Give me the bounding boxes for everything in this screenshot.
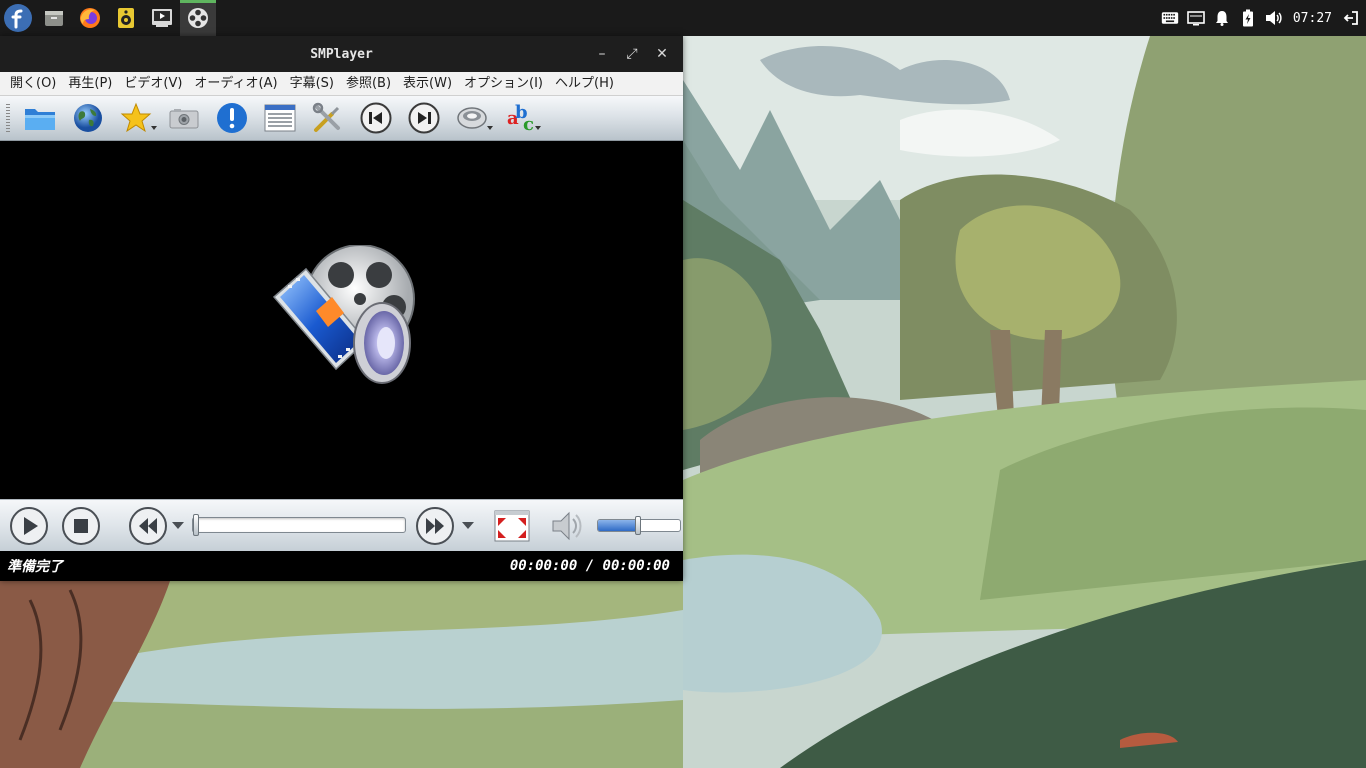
favorites-button[interactable] bbox=[112, 98, 160, 138]
info-icon bbox=[217, 103, 247, 133]
volume-level-fill bbox=[598, 520, 639, 531]
screenshot-camera-icon bbox=[169, 109, 199, 129]
status-bar: 準備完了 00:00:00 / 00:00:00 bbox=[0, 551, 683, 581]
speaker-volume-icon bbox=[1265, 11, 1282, 25]
menu-bar: 開く(O) 再生(P) ビデオ(V) オーディオ(A) 字幕(S) 参照(B) … bbox=[0, 72, 683, 96]
svg-text:c: c bbox=[523, 114, 534, 134]
logout-icon bbox=[1343, 11, 1358, 25]
clock[interactable]: 07:27 bbox=[1293, 11, 1332, 26]
menu-subtitles[interactable]: 字幕(S) bbox=[284, 72, 340, 96]
system-tray: 07:27 bbox=[1161, 0, 1366, 36]
video-area[interactable] bbox=[0, 141, 683, 499]
forward-dropdown-arrow-icon bbox=[462, 522, 474, 529]
tray-logout[interactable] bbox=[1342, 9, 1360, 27]
keyboard-icon bbox=[1161, 12, 1179, 24]
rewind-button[interactable] bbox=[110, 504, 168, 548]
taskbar-video-app[interactable] bbox=[144, 0, 180, 36]
favorites-star-icon bbox=[120, 102, 152, 133]
forward-options-dropdown[interactable] bbox=[458, 504, 478, 548]
preferences-tools-icon bbox=[312, 102, 340, 132]
menu-play[interactable]: 再生(P) bbox=[62, 72, 118, 96]
smplayer-logo-icon bbox=[272, 245, 415, 384]
fast-forward-icon bbox=[416, 506, 454, 545]
playback-control-bar bbox=[0, 499, 683, 551]
playlist-button[interactable] bbox=[256, 98, 304, 138]
fullscreen-button[interactable] bbox=[492, 504, 532, 548]
previous-button[interactable] bbox=[352, 98, 400, 138]
mute-button[interactable] bbox=[545, 504, 587, 548]
playback-time: 00:00:00 / 00:00:00 bbox=[509, 558, 670, 574]
taskbar-audio-player[interactable] bbox=[108, 0, 144, 36]
playlist-icon bbox=[264, 104, 296, 132]
menu-help[interactable]: ヘルプ(H) bbox=[549, 72, 620, 96]
favorites-dropdown-arrow bbox=[151, 126, 157, 130]
taskbar-smplayer[interactable] bbox=[180, 0, 216, 36]
menu-open[interactable]: 開く(O) bbox=[4, 72, 62, 96]
preferences-button[interactable] bbox=[304, 98, 352, 138]
fedora-menu-button[interactable] bbox=[0, 0, 36, 36]
toolbar-grip[interactable] bbox=[6, 104, 10, 132]
volume-slider-handle[interactable] bbox=[635, 516, 641, 535]
seek-slider[interactable] bbox=[192, 514, 406, 536]
main-toolbar: a b c bbox=[0, 96, 683, 141]
subtitle-track-button[interactable]: a b c bbox=[496, 98, 544, 138]
play-button[interactable] bbox=[6, 504, 52, 548]
speaker-icon bbox=[552, 511, 582, 540]
menu-browse[interactable]: 参照(B) bbox=[340, 72, 397, 96]
menu-video[interactable]: ビデオ(V) bbox=[118, 72, 188, 96]
smplayer-window: SMPlayer – ⤢ ✕ 開く(O) 再生(P) ビデオ(V) オーディオ(… bbox=[0, 36, 683, 581]
screenshot-button[interactable] bbox=[160, 98, 208, 138]
open-folder-icon bbox=[25, 109, 55, 130]
firefox-icon bbox=[80, 8, 100, 28]
open-url-button[interactable] bbox=[64, 98, 112, 138]
status-message: 準備完了 bbox=[7, 559, 63, 575]
audio-track-button[interactable] bbox=[448, 98, 496, 138]
stop-button[interactable] bbox=[52, 504, 110, 548]
menu-options[interactable]: オプション(I) bbox=[458, 72, 549, 96]
seek-slider-handle[interactable] bbox=[193, 514, 199, 536]
taskbar-firefox[interactable] bbox=[72, 0, 108, 36]
window-controls: – ⤢ ✕ bbox=[587, 36, 677, 72]
rewind-dropdown-arrow-icon bbox=[172, 522, 184, 529]
battery-charging-icon bbox=[1242, 9, 1253, 27]
smplayer-icon bbox=[188, 8, 208, 28]
tray-keyboard[interactable] bbox=[1161, 9, 1179, 27]
play-icon bbox=[10, 506, 48, 545]
minimize-button[interactable]: – bbox=[587, 36, 617, 72]
info-button[interactable] bbox=[208, 98, 256, 138]
menu-view[interactable]: 表示(W) bbox=[397, 72, 458, 96]
tray-display[interactable] bbox=[1187, 9, 1205, 27]
audio-player-icon bbox=[118, 8, 134, 28]
window-title: SMPlayer bbox=[310, 46, 373, 62]
video-app-icon bbox=[152, 9, 172, 27]
subtitle-track-dropdown-arrow bbox=[535, 126, 541, 130]
top-panel: 07:27 bbox=[0, 0, 1366, 36]
subtitle-track-icon: a b c bbox=[507, 102, 534, 134]
stop-icon bbox=[62, 506, 100, 545]
display-icon bbox=[1187, 11, 1205, 26]
file-manager-icon bbox=[45, 11, 63, 26]
bell-icon bbox=[1215, 11, 1228, 26]
previous-track-icon bbox=[360, 102, 392, 134]
next-track-icon bbox=[408, 102, 440, 134]
close-button[interactable]: ✕ bbox=[647, 36, 677, 72]
fedora-icon bbox=[4, 4, 32, 32]
tray-notifications[interactable] bbox=[1213, 9, 1231, 27]
open-file-button[interactable] bbox=[16, 98, 64, 138]
window-titlebar[interactable]: SMPlayer – ⤢ ✕ bbox=[0, 36, 683, 72]
maximize-button[interactable]: ⤢ bbox=[617, 36, 647, 72]
tray-battery[interactable] bbox=[1239, 9, 1257, 27]
tray-volume[interactable] bbox=[1265, 9, 1283, 27]
audio-track-dropdown-arrow bbox=[487, 126, 493, 130]
menu-audio[interactable]: オーディオ(A) bbox=[188, 72, 283, 96]
globe-icon bbox=[74, 104, 102, 132]
audio-track-icon bbox=[457, 107, 487, 129]
next-button[interactable] bbox=[400, 98, 448, 138]
taskbar-file-manager[interactable] bbox=[36, 0, 72, 36]
rewind-icon bbox=[129, 506, 167, 545]
rewind-options-dropdown[interactable] bbox=[168, 504, 188, 548]
fullscreen-icon bbox=[494, 510, 530, 541]
fast-forward-button[interactable] bbox=[413, 504, 457, 548]
